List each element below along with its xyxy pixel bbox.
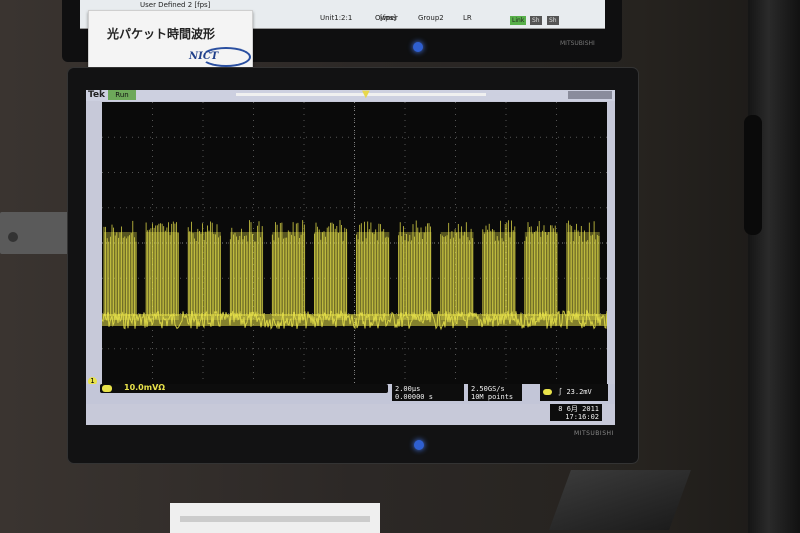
acquisition-readout[interactable]: 2.50GS/s 10M points	[468, 384, 522, 401]
screw-icon	[8, 232, 18, 242]
date-time-readout: 8 6月 2011 17:16:02	[550, 404, 602, 421]
date-value: 8 6月 2011	[558, 405, 599, 413]
upper-screen-badge: Link	[510, 16, 527, 25]
upper-screen-badge: Sh	[547, 16, 559, 25]
waveform-svg	[102, 102, 607, 384]
upper-monitor-brand: MITSUBISHI	[560, 40, 595, 47]
upper-screen-lr: LR	[463, 14, 472, 22]
monitor-stand	[549, 470, 691, 530]
timebase-value: 2.00μs	[395, 385, 421, 393]
ch1-scale: 10.0mVΩ	[124, 383, 166, 392]
caption-card: 光パケット時間波形 NICT	[88, 10, 253, 74]
bottom-card-stripe	[180, 516, 370, 522]
tek-logo: Tek	[88, 90, 106, 100]
trigger-slope-icon: ∫	[558, 388, 563, 396]
waveform-graticule	[102, 102, 607, 384]
channel-readout[interactable]: 10.0mVΩ	[100, 383, 388, 393]
pole-mount	[744, 115, 762, 235]
sample-rate-value: 2.50GS/s	[471, 385, 505, 393]
power-led-icon[interactable]	[414, 440, 424, 450]
upper-screen-badge: Sh	[530, 16, 542, 25]
upper-screen-unit: Unit1:2:1	[320, 14, 353, 22]
record-position-bar	[236, 93, 486, 96]
oscilloscope-screen: Tek Run ▼ 1 10.0mVΩ 2.00μs 0.00000 s 2.5…	[86, 90, 615, 425]
trigger-status-box	[568, 91, 612, 99]
caption-title: 光パケット時間波形	[107, 27, 216, 41]
ch1-badge-icon	[102, 385, 112, 392]
time-value: 17:16:02	[565, 413, 599, 421]
upper-screen-owner: Owner	[375, 14, 398, 22]
timebase-readout[interactable]: 2.00μs 0.00000 s	[392, 384, 464, 401]
trigger-level-value: 23.2mV	[566, 388, 592, 396]
scope-status-row: 10.0mVΩ 2.00μs 0.00000 s 2.50GS/s 10M po…	[86, 383, 615, 404]
monitor-pole	[748, 0, 800, 533]
power-led-icon	[413, 42, 423, 52]
scope-top-bar: Tek Run ▼	[86, 90, 615, 101]
trigger-readout[interactable]: ∫ 23.2mV	[540, 384, 608, 401]
delay-value: 0.00000 s	[395, 393, 433, 401]
main-monitor-brand: MITSUBISHI	[574, 430, 614, 437]
trigger-channel-icon	[543, 389, 552, 395]
record-length-value: 10M points	[471, 393, 514, 401]
trigger-position-marker-icon[interactable]: ▼	[362, 90, 370, 100]
run-state-badge[interactable]: Run	[108, 90, 136, 100]
nict-logo: NICT	[189, 51, 219, 62]
upper-screen-group: Group2	[418, 14, 444, 22]
upper-screen-text: User Defined 2 [fps]	[140, 1, 211, 9]
